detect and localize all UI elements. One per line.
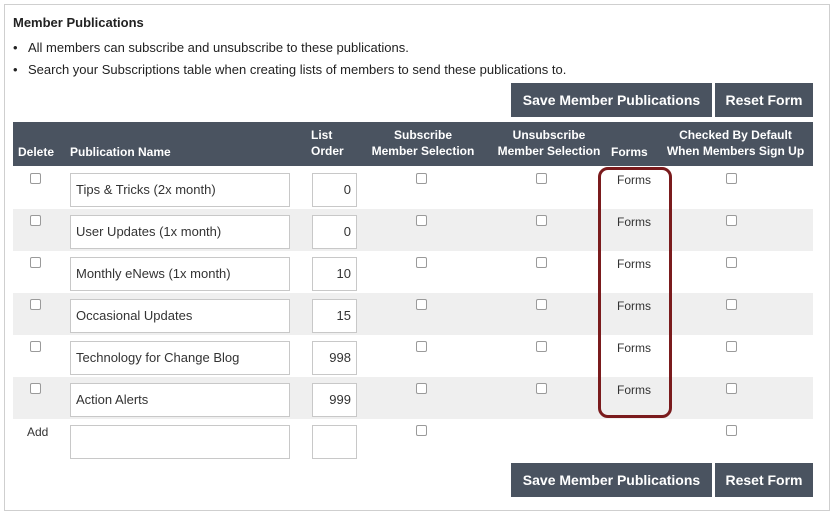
header-delete: Delete — [18, 145, 55, 159]
table-row: Occasional Updates 15 Forms — [13, 293, 813, 335]
info-bullet: All members can subscribe and unsubscrib… — [13, 37, 566, 59]
header-unsubscribe-line2: Member Selection — [497, 144, 601, 158]
new-list-order-field[interactable] — [312, 425, 357, 459]
publication-name-field[interactable]: Occasional Updates — [70, 299, 290, 333]
delete-checkbox[interactable] — [30, 299, 41, 310]
default-checkbox[interactable] — [726, 173, 737, 184]
new-publication-name-field[interactable] — [70, 425, 290, 459]
publication-name-field[interactable]: Technology for Change Blog — [70, 341, 290, 375]
header-forms: Forms — [611, 145, 648, 159]
default-checkbox[interactable] — [726, 299, 737, 310]
default-checkbox[interactable] — [726, 341, 737, 352]
unsubscribe-checkbox[interactable] — [536, 341, 547, 352]
default-checkbox[interactable] — [726, 257, 737, 268]
unsubscribe-checkbox[interactable] — [536, 299, 547, 310]
reset-form-button[interactable]: Reset Form — [715, 83, 813, 117]
subscribe-checkbox[interactable] — [416, 257, 427, 268]
delete-checkbox[interactable] — [30, 383, 41, 394]
info-bullet: Search your Subscriptions table when cre… — [13, 59, 566, 81]
add-row: Add — [13, 419, 813, 461]
forms-column-highlight — [598, 167, 672, 418]
header-checked-by-default: Checked By Default When Members Sign Up — [663, 127, 808, 159]
default-checkbox[interactable] — [726, 215, 737, 226]
unsubscribe-checkbox[interactable] — [536, 257, 547, 268]
section-title: Member Publications — [13, 15, 144, 30]
default-checkbox[interactable] — [726, 383, 737, 394]
header-subscribe-line1: Subscribe — [393, 128, 453, 142]
publication-name-field[interactable]: Monthly eNews (1x month) — [70, 257, 290, 291]
subscribe-checkbox[interactable] — [416, 341, 427, 352]
list-order-field[interactable]: 15 — [312, 299, 357, 333]
unsubscribe-checkbox[interactable] — [536, 383, 547, 394]
unsubscribe-checkbox[interactable] — [536, 215, 547, 226]
header-unsubscribe: Unsubscribe Member Selection — [489, 127, 609, 159]
table-header: Delete Publication Name List Order Subsc… — [13, 122, 813, 166]
subscribe-checkbox[interactable] — [416, 173, 427, 184]
table-row: Monthly eNews (1x month) 10 Forms — [13, 251, 813, 293]
delete-checkbox[interactable] — [30, 173, 41, 184]
header-list-order-line2: Order — [311, 144, 344, 158]
list-order-field[interactable]: 998 — [312, 341, 357, 375]
list-order-field[interactable]: 0 — [312, 173, 357, 207]
header-subscribe-line2: Member Selection — [371, 144, 475, 158]
header-list-order: List Order — [311, 127, 344, 159]
info-list: All members can subscribe and unsubscrib… — [13, 37, 566, 81]
default-checkbox[interactable] — [726, 425, 737, 436]
unsubscribe-checkbox[interactable] — [536, 173, 547, 184]
table-row: User Updates (1x month) 0 Forms — [13, 209, 813, 251]
table-row: Action Alerts 999 Forms — [13, 377, 813, 419]
delete-checkbox[interactable] — [30, 341, 41, 352]
subscribe-checkbox[interactable] — [416, 383, 427, 394]
subscribe-checkbox[interactable] — [416, 299, 427, 310]
header-unsubscribe-line1: Unsubscribe — [512, 128, 586, 142]
list-order-field[interactable]: 10 — [312, 257, 357, 291]
list-order-field[interactable]: 0 — [312, 215, 357, 249]
reset-form-button[interactable]: Reset Form — [715, 463, 813, 497]
header-subscribe: Subscribe Member Selection — [368, 127, 478, 159]
delete-checkbox[interactable] — [30, 257, 41, 268]
header-publication-name: Publication Name — [70, 145, 171, 159]
subscribe-checkbox[interactable] — [416, 215, 427, 226]
delete-checkbox[interactable] — [30, 215, 41, 226]
save-publications-button[interactable]: Save Member Publications — [511, 463, 712, 497]
header-default-line2: When Members Sign Up — [666, 144, 805, 158]
publication-name-field[interactable]: Tips & Tricks (2x month) — [70, 173, 290, 207]
publication-name-field[interactable]: User Updates (1x month) — [70, 215, 290, 249]
add-label: Add — [27, 425, 49, 439]
save-publications-button[interactable]: Save Member Publications — [511, 83, 712, 117]
list-order-field[interactable]: 999 — [312, 383, 357, 417]
publication-name-field[interactable]: Action Alerts — [70, 383, 290, 417]
header-list-order-line1: List — [311, 128, 333, 142]
subscribe-checkbox[interactable] — [416, 425, 427, 436]
table-row: Technology for Change Blog 998 Forms — [13, 335, 813, 377]
table-row: Tips & Tricks (2x month) 0 Forms — [13, 167, 813, 209]
header-default-line1: Checked By Default — [679, 128, 792, 142]
